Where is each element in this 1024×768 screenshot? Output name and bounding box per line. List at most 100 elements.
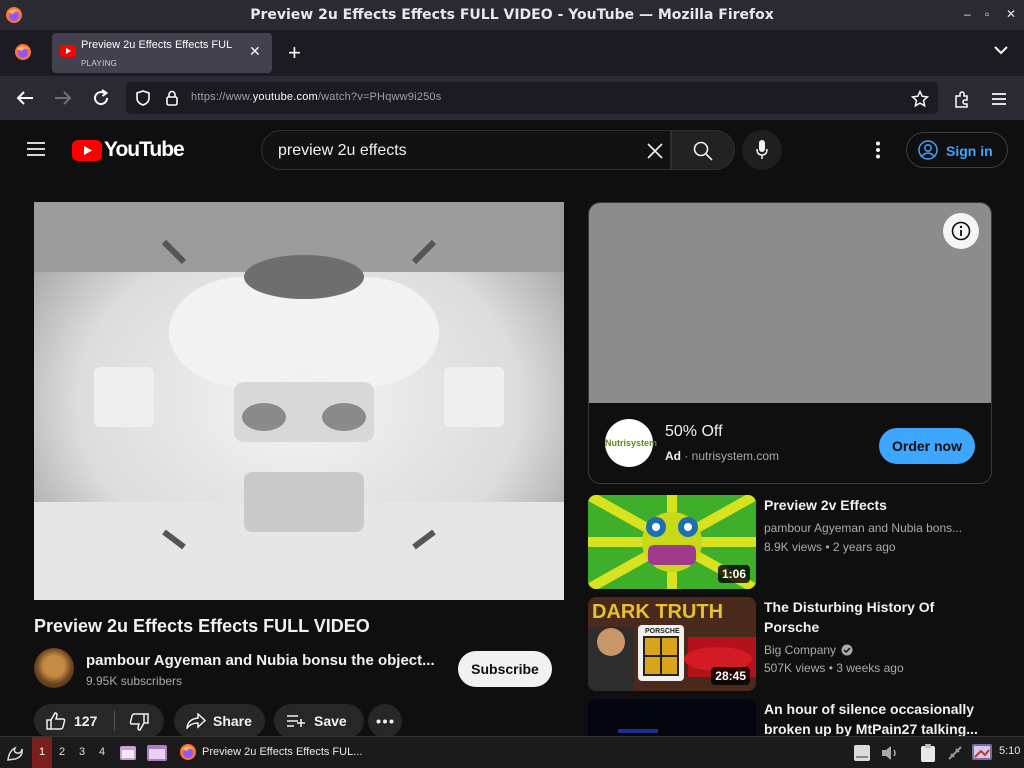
save-label: Save [314,713,347,729]
window-switcher-icon[interactable] [146,744,168,762]
recommendation-title[interactable]: An hour of silence occasionally broken u… [764,699,984,736]
workspace-2[interactable]: 2 [52,737,72,768]
dislike-button[interactable] [115,704,164,738]
save-button[interactable]: Save [274,704,364,738]
video-duration: 1:06 [717,565,750,583]
clear-search-icon[interactable] [647,143,663,159]
guide-menu-icon[interactable] [26,141,46,157]
clipboard-icon[interactable] [918,743,938,763]
tab-playing-status: PLAYING [81,59,118,68]
drive-icon[interactable] [852,744,872,762]
desktop-taskbar: 1 2 3 4 Preview 2u Effects Effects FUL..… [0,736,1024,768]
volume-icon[interactable] [880,745,900,761]
search-box[interactable]: preview 2u effects [261,130,671,170]
recommendation-item[interactable]: DARK TRUTH PORSCHE 28:45 The Disturbing … [588,597,992,691]
tracking-protection-shield-icon[interactable] [136,90,150,106]
like-button[interactable]: 127 [34,704,114,738]
share-button[interactable]: Share [174,704,265,738]
app-menu-icon[interactable] [991,92,1007,106]
recommendation-meta: 507K views • 3 weeks ago [764,661,904,675]
window-titlebar: Preview 2u Effects Effects FULL VIDEO - … [0,0,1024,30]
navigation-toolbar: https://www.youtube.com/watch?v=PHqww9i2… [0,76,1024,120]
workspace-1[interactable]: 1 [32,737,52,768]
share-label: Share [213,713,252,729]
advertiser-logo: Nutrisystem [605,419,657,467]
verified-badge-icon [841,644,853,656]
recommendation-channel[interactable]: pambour Agyeman and Nubia bons... [764,521,962,535]
search-input[interactable]: preview 2u effects [278,142,407,160]
video-duration: 28:45 [711,667,750,685]
recommendation-title[interactable]: Preview 2v Effects [764,495,984,515]
extensions-icon[interactable] [953,90,971,108]
close-window-button[interactable]: ✕ [1006,7,1016,21]
recommendation-item[interactable]: An hour of silence occasionally broken u… [588,699,992,736]
workspace-3[interactable]: 3 [72,737,92,768]
like-count: 127 [74,713,98,729]
recommendation-title[interactable]: The Disturbing History Of Porsche [764,597,984,637]
subscriber-count: 9.95K subscribers [86,674,183,688]
youtube-logo-text: YouTube [104,138,185,161]
ad-info-button[interactable] [943,213,979,249]
ad-source: Ad · nutrisystem.com [665,449,780,463]
sign-in-label: Sign in [946,143,993,159]
playlist-add-icon [287,715,305,727]
tab-close-icon[interactable]: ✕ [249,43,261,60]
thumbnail-image [618,729,658,733]
microphone-icon [756,140,768,159]
sign-in-button[interactable]: Sign in [906,132,1008,168]
subscribe-button[interactable]: Subscribe [458,651,552,687]
url-bar[interactable]: https://www.youtube.com/watch?v=PHqww9i2… [126,82,938,114]
like-dislike-group: 127 [34,704,164,738]
search-icon [693,141,713,161]
firefox-logo-icon [6,7,22,23]
new-tab-button[interactable]: + [288,40,301,66]
video-player[interactable] [34,202,564,600]
thumbnail-porsche-text: PORSCHE [645,628,680,635]
back-icon[interactable] [16,90,34,106]
workspace-4[interactable]: 4 [92,737,112,768]
search-button[interactable] [671,130,735,170]
reload-icon[interactable] [92,89,110,107]
voice-search-button[interactable] [742,130,782,170]
video-thumbnail[interactable] [588,699,756,736]
ad-domain: nutrisystem.com [691,449,780,463]
more-options-icon[interactable] [875,141,881,159]
video-frame [34,202,564,600]
video-thumbnail[interactable]: DARK TRUTH PORSCHE 28:45 [588,597,756,691]
ad-media[interactable] [589,203,991,403]
video-thumbnail[interactable]: 1:06 [588,495,756,589]
url-text[interactable]: https://www.youtube.com/watch?v=PHqww9i2… [191,91,441,103]
bookmark-star-icon[interactable] [911,90,929,108]
network-disconnected-icon[interactable] [946,744,964,762]
more-actions-button[interactable] [368,704,402,738]
channel-avatar[interactable] [34,648,74,688]
ad-title[interactable]: 50% Off [665,423,723,441]
youtube-favicon-icon [60,45,76,57]
minimize-button[interactable]: – [964,7,971,21]
clock: 5:10 [999,745,1021,757]
display-settings-icon[interactable] [971,743,993,763]
lock-icon[interactable] [166,90,178,106]
maximize-button[interactable]: ▫ [985,7,989,21]
thumbnail-dark-truth-text: DARK TRUTH [592,601,723,623]
channel-name[interactable]: pambour Agyeman and Nubia bonsu the obje… [86,652,438,669]
tab-youtube[interactable]: Preview 2u Effects Effects FULL VIDEO PL… [52,33,272,73]
window-title: Preview 2u Effects Effects FULL VIDEO - … [250,7,774,23]
taskbar-window-title: Preview 2u Effects Effects FUL... [202,746,363,758]
firefox-view-icon[interactable] [14,43,32,61]
ad-card[interactable]: Nutrisystem 50% Off Ad · nutrisystem.com… [588,202,992,484]
recommendation-item[interactable]: 1:06 Preview 2v Effects pambour Agyeman … [588,495,992,589]
ad-badge: Ad [665,449,681,463]
file-manager-icon[interactable] [119,744,137,762]
account-circle-icon [918,140,938,160]
list-tabs-icon[interactable] [993,45,1009,55]
thumbs-up-icon [46,712,66,730]
recommendation-channel[interactable]: Big Company [764,643,853,657]
taskbar-firefox-window[interactable]: Preview 2u Effects Effects FUL... [176,739,366,766]
start-menu-icon[interactable] [5,743,25,763]
recommendation-meta: 8.9K views • 2 years ago [764,540,896,554]
youtube-header: YouTube preview 2u effects Sign in [0,120,1024,178]
forward-icon[interactable] [54,90,72,106]
order-now-button[interactable]: Order now [879,428,975,464]
more-horizontal-icon [376,719,394,724]
